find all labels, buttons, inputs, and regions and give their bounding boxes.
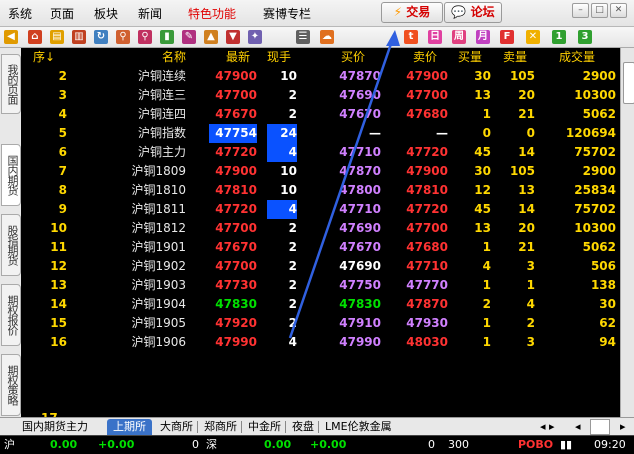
arrow-head <box>386 30 400 46</box>
annotation-arrow <box>288 30 400 339</box>
app-window: 系统 页面 板块 新闻 特色功能 赛博专栏 ⚡ 交易 💬 论坛 – □ ✕ ◀ … <box>0 0 634 454</box>
arrow-line <box>288 37 395 339</box>
